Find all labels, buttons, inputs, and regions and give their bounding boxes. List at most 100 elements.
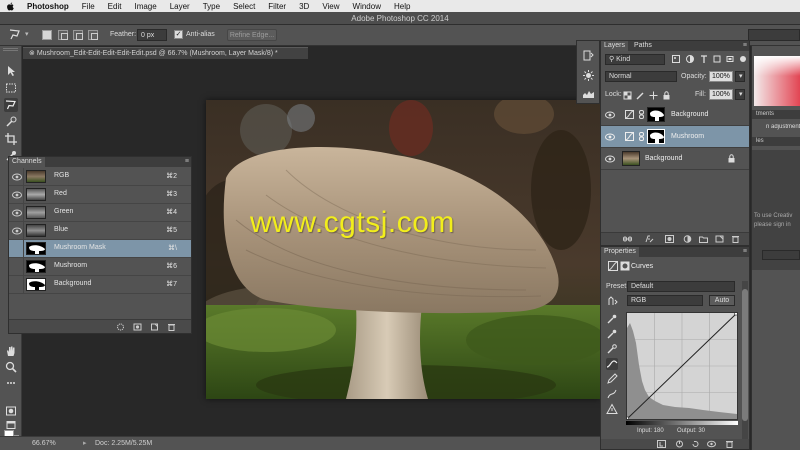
view-previous-icon[interactable]: [675, 440, 684, 448]
filter-smart-object-icon[interactable]: [725, 54, 735, 64]
subtract-selection-icon[interactable]: [73, 30, 83, 40]
filter-type-icon[interactable]: [699, 54, 709, 64]
fill-slider-icon[interactable]: ▾: [735, 89, 745, 100]
curve-point-tool-icon[interactable]: [606, 358, 618, 370]
chain-link-icon[interactable]: [639, 110, 644, 119]
filter-pixel-icon[interactable]: [671, 54, 681, 64]
delete-channel-icon[interactable]: [167, 323, 176, 331]
libraries-select[interactable]: [762, 250, 800, 260]
eyedropper-white-icon[interactable]: [606, 343, 618, 355]
quick-selection-tool-icon[interactable]: [4, 115, 18, 129]
tools-grip[interactable]: [3, 48, 18, 51]
new-group-icon[interactable]: [699, 235, 708, 243]
channel-row-green[interactable]: Green ⌘4: [9, 204, 191, 222]
reset-icon[interactable]: [691, 440, 700, 448]
eye-icon[interactable]: [605, 155, 615, 163]
histogram-icon[interactable]: [582, 87, 595, 100]
tab-properties[interactable]: Properties: [601, 247, 639, 257]
lock-transparent-icon[interactable]: [623, 91, 632, 100]
color-picker-field[interactable]: [754, 56, 800, 106]
screen-mode-icon[interactable]: [4, 418, 18, 432]
tab-channels[interactable]: Channels: [9, 157, 45, 167]
lock-pixels-icon[interactable]: [636, 91, 645, 100]
menu-window[interactable]: Window: [353, 2, 381, 11]
eyedropper-gray-icon[interactable]: [606, 328, 618, 340]
layer-mask-thumbnail[interactable]: [647, 129, 665, 144]
channel-select[interactable]: RGB: [627, 295, 703, 306]
fill-input[interactable]: 100%: [709, 89, 733, 100]
adjustment-layer-icon[interactable]: [683, 235, 692, 243]
layer-filter-select[interactable]: ⚲ Kind: [605, 54, 665, 65]
menu-edit[interactable]: Edit: [108, 2, 122, 11]
preset-select[interactable]: Default: [627, 281, 735, 292]
eye-icon[interactable]: [12, 173, 22, 181]
eye-icon[interactable]: [12, 209, 22, 217]
layer-mask-thumbnail[interactable]: [647, 107, 665, 122]
menu-image[interactable]: Image: [134, 2, 156, 11]
lock-position-icon[interactable]: [649, 91, 658, 100]
mask-icon[interactable]: [620, 261, 630, 271]
channel-row-mushroom[interactable]: Mushroom ⌘6: [9, 258, 191, 276]
eye-icon[interactable]: [12, 227, 22, 235]
tab-paths[interactable]: Paths: [631, 41, 655, 51]
panel-menu-icon[interactable]: ≡: [743, 248, 747, 255]
feather-input[interactable]: [137, 29, 167, 41]
intersect-selection-icon[interactable]: [88, 30, 98, 40]
visibility-icon[interactable]: [707, 440, 716, 448]
layer-style-icon[interactable]: [645, 235, 654, 243]
panel-menu-icon[interactable]: ≡: [185, 158, 189, 165]
link-layers-icon[interactable]: [623, 235, 632, 243]
menu-3d[interactable]: 3D: [299, 2, 309, 11]
curves-graph[interactable]: [625, 311, 738, 421]
polygonal-lasso-tool-icon[interactable]: [4, 98, 18, 112]
lock-all-icon[interactable]: [662, 91, 671, 100]
load-selection-icon[interactable]: [116, 323, 125, 331]
clipping-warning-icon[interactable]: [606, 403, 618, 415]
hand-tool-icon[interactable]: [4, 344, 18, 358]
channel-row-blue[interactable]: Blue ⌘5: [9, 222, 191, 240]
layer-row-background-mask[interactable]: Background: [601, 104, 749, 126]
close-doc-icon[interactable]: ⊗: [29, 50, 35, 57]
opacity-slider-icon[interactable]: ▾: [735, 71, 745, 82]
polygonal-lasso-preset-icon[interactable]: [8, 28, 22, 43]
channel-row-background[interactable]: Background ⌘7: [9, 276, 191, 294]
document-canvas[interactable]: [206, 100, 600, 399]
refine-edge-button[interactable]: Refine Edge...: [227, 29, 277, 41]
eye-icon[interactable]: [605, 133, 615, 141]
eye-icon[interactable]: [605, 111, 615, 119]
panel-menu-icon[interactable]: ≡: [743, 42, 747, 49]
menu-file[interactable]: File: [82, 2, 95, 11]
blend-mode-select[interactable]: Normal: [605, 71, 677, 82]
tab-adjustments[interactable]: tments: [752, 110, 800, 119]
tab-styles[interactable]: les: [752, 137, 800, 146]
channel-row-mushroom-mask[interactable]: Mushroom Mask ⌘\: [9, 240, 191, 258]
crop-tool-icon[interactable]: [4, 132, 18, 146]
auto-button[interactable]: Auto: [709, 295, 735, 306]
layer-row-background[interactable]: Background: [601, 148, 749, 170]
move-tool-icon[interactable]: [4, 64, 18, 78]
properties-scroll-thumb[interactable]: [742, 289, 748, 421]
delete-adjustment-icon[interactable]: [725, 440, 734, 448]
new-selection-icon[interactable]: [42, 30, 52, 40]
smooth-curve-icon[interactable]: [606, 388, 618, 400]
marquee-tool-icon[interactable]: [4, 81, 18, 95]
chain-link-icon[interactable]: [639, 132, 644, 141]
add-selection-icon[interactable]: [58, 30, 68, 40]
delete-layer-icon[interactable]: [731, 235, 740, 243]
apple-icon[interactable]: [6, 2, 15, 11]
preset-dropdown-icon[interactable]: ▾: [25, 30, 29, 38]
workspace-select[interactable]: [748, 29, 800, 41]
pencil-tool-icon[interactable]: [606, 373, 618, 385]
zoom-level[interactable]: 66.67%: [32, 437, 56, 450]
add-mask-icon[interactable]: [665, 235, 674, 243]
menu-select[interactable]: Select: [233, 2, 255, 11]
quick-mask-icon[interactable]: [4, 404, 18, 418]
new-channel-icon[interactable]: [150, 323, 159, 331]
more-tools-icon[interactable]: [4, 376, 18, 390]
layer-row-mushroom[interactable]: Mushroom: [601, 126, 749, 148]
status-menu-icon[interactable]: ▸: [83, 437, 87, 450]
save-selection-icon[interactable]: [133, 323, 142, 331]
properties-scrollbar[interactable]: [742, 281, 748, 441]
history-icon[interactable]: [582, 49, 595, 62]
opacity-input[interactable]: 100%: [709, 71, 733, 82]
